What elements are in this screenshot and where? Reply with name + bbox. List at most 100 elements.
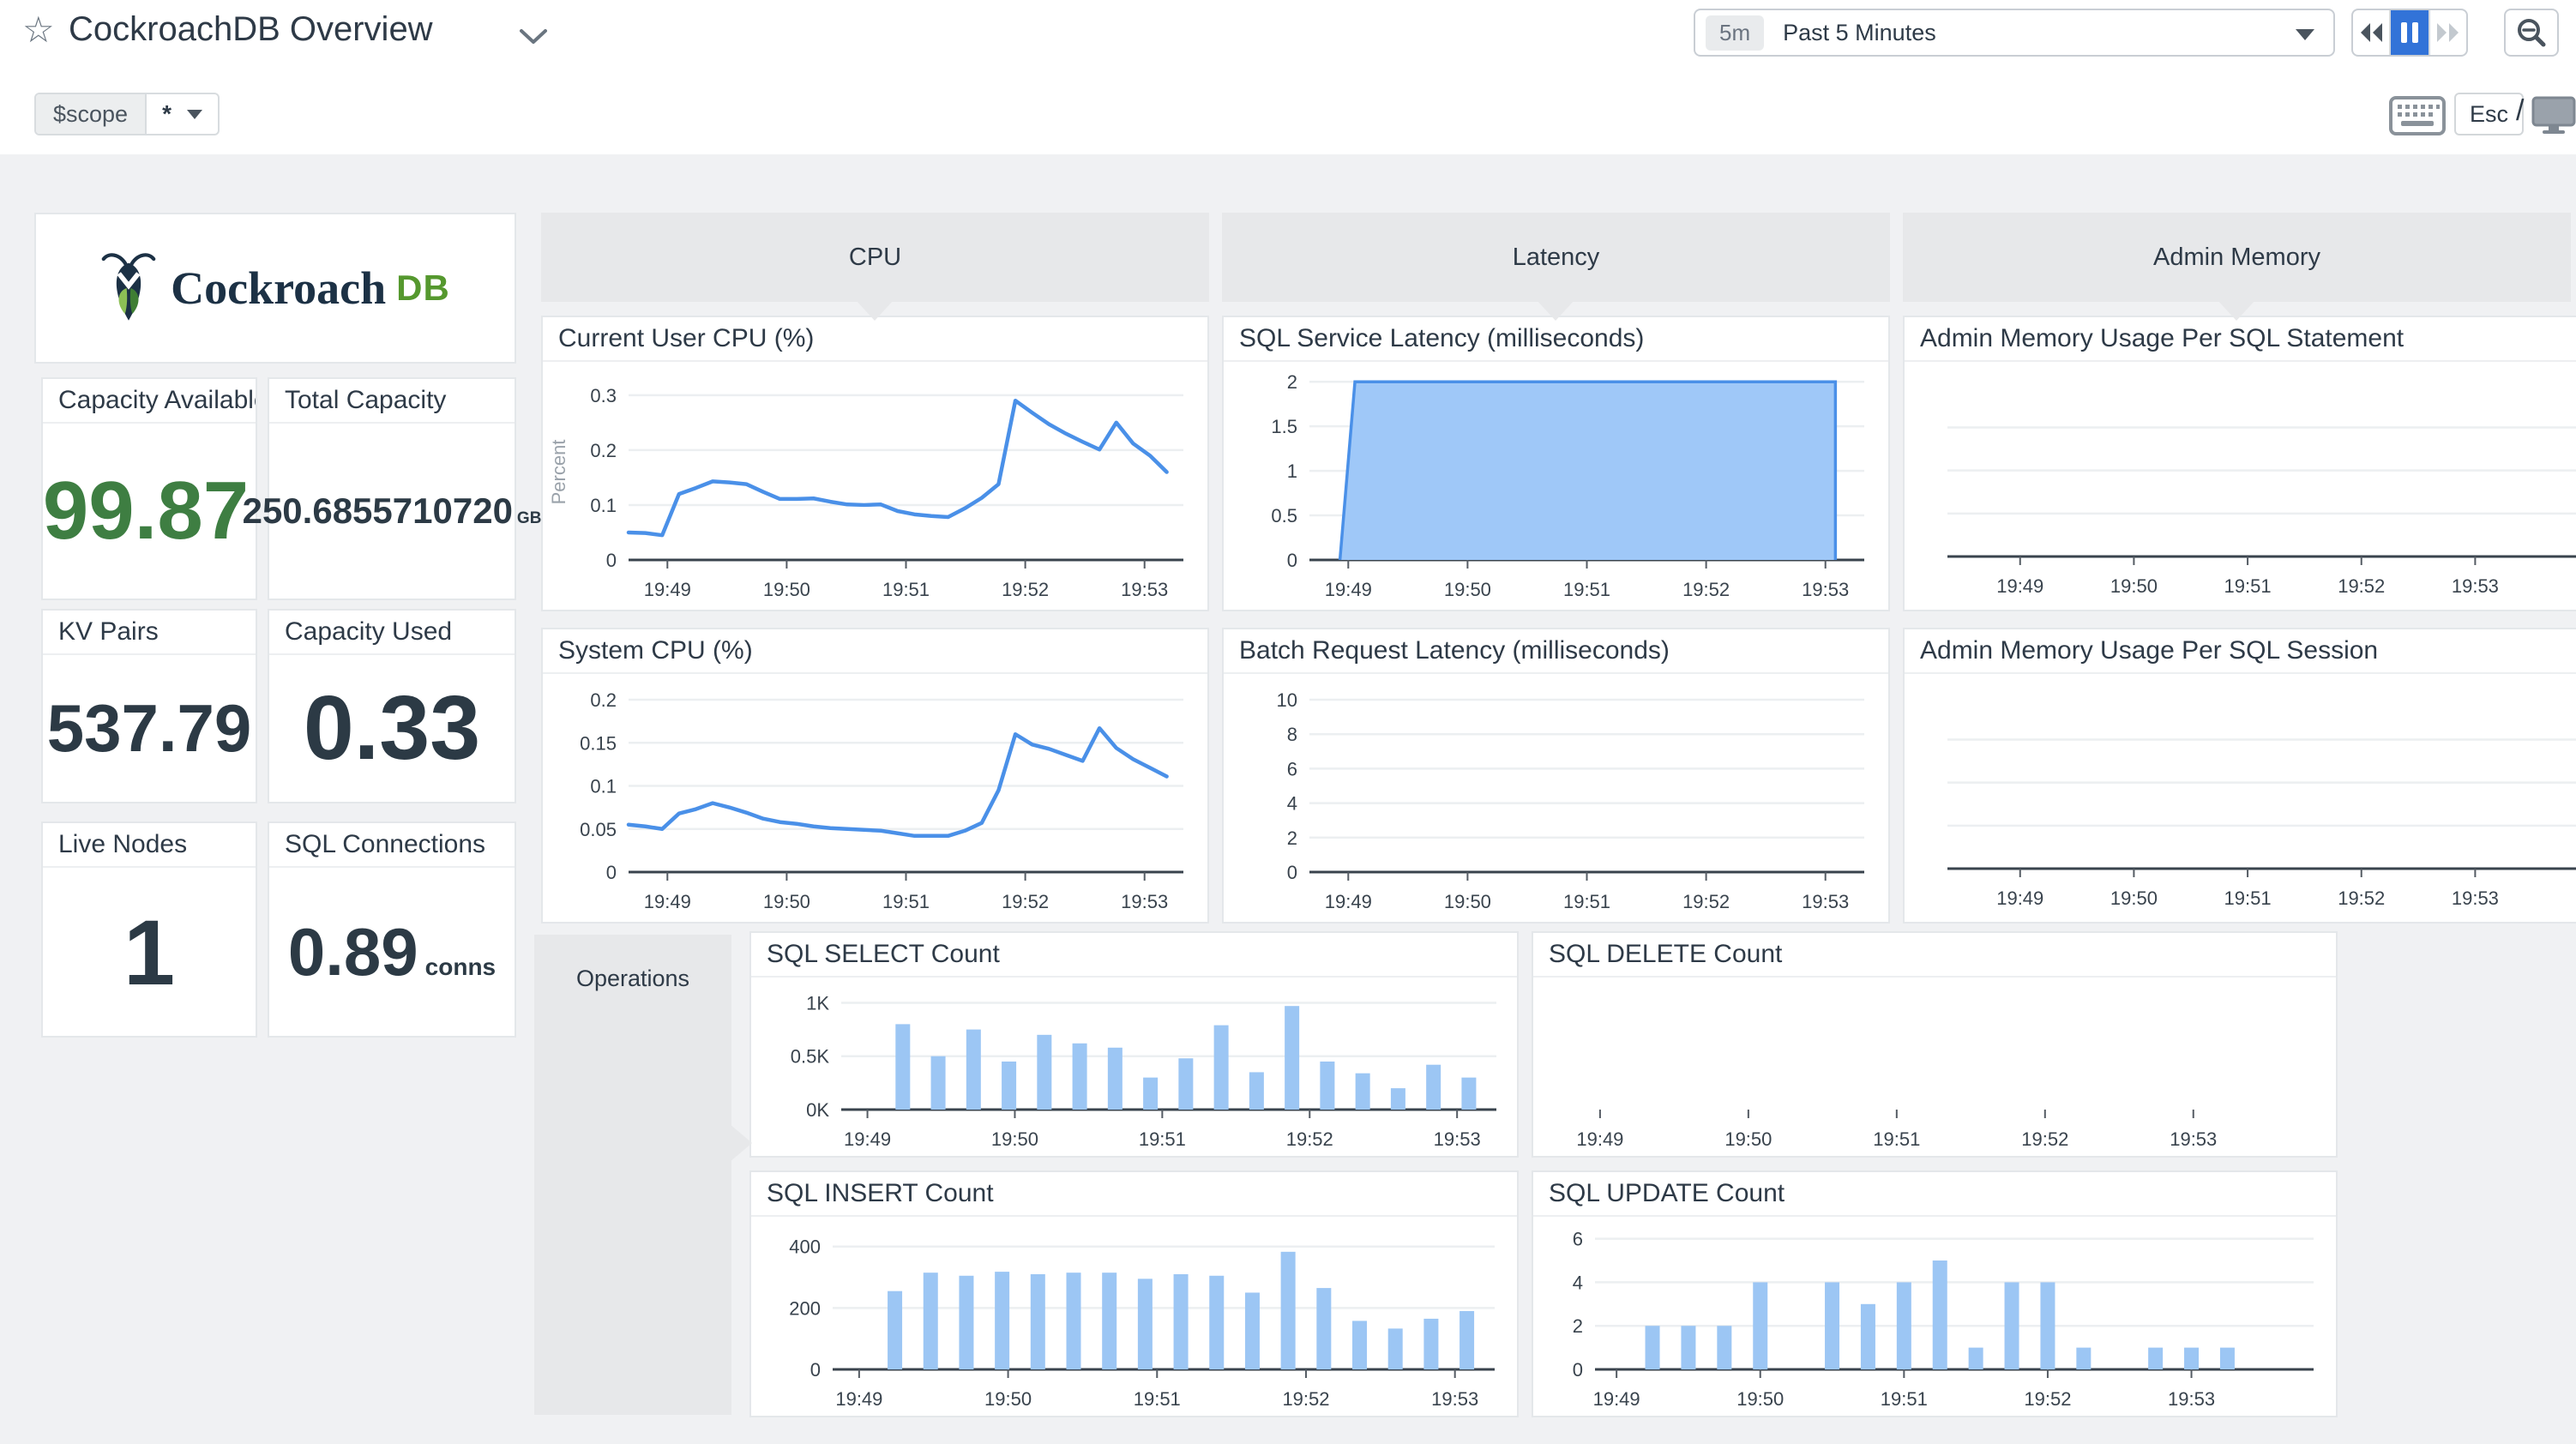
svg-text:19:51: 19:51 [1881,1388,1928,1410]
admin-memory-statement-plot[interactable]: 19:49 19:50 19:51 19:52 19:53 [1905,362,2576,610]
sql-insert-count-plot[interactable]: 0 200 400 19:49 19:50 19:51 19:52 19:53 [751,1217,1517,1416]
chart-card-system-cpu: System CPU (%) 0 0.05 0.1 0.15 0.2 19:49 19:50… [541,628,1209,924]
group-header-admin-memory[interactable]: Admin Memory [1903,213,2571,302]
admin-memory-session-plot[interactable]: 19:49 19:50 19:51 19:52 19:53 [1905,674,2576,922]
group-header-cpu[interactable]: CPU [541,213,1209,302]
batch-request-latency-plot[interactable]: 0 2 4 6 8 10 19:49 19:50 19:51 19:52 19:53 [1224,674,1888,922]
svg-text:4: 4 [1287,793,1297,815]
keyboard-shortcuts-icon[interactable] [2389,96,2446,135]
svg-text:19:50: 19:50 [763,891,810,912]
chart-title: Admin Memory Usage Per SQL Statement [1905,317,2576,362]
latency-group-notch [1537,300,1574,321]
svg-text:19:52: 19:52 [1002,579,1049,600]
stat-card-capacity-available[interactable]: Capacity Available... 99.87 [41,377,257,600]
sql-service-latency-plot[interactable]: 0 0.5 1 1.5 2 19:49 19:50 19:51 19:52 19:53 [1224,362,1888,610]
svg-text:0: 0 [810,1359,821,1381]
svg-text:19:53: 19:53 [1802,891,1849,912]
cpu-group-notch [856,300,894,321]
chart-card-batch-request-latency: Batch Request Latency (milliseconds) 0 2 4… [1222,628,1890,924]
group-header-latency[interactable]: Latency [1222,213,1890,302]
logo-wordmark: Cockroach [171,262,387,314]
favorite-star-icon[interactable]: ☆ [22,12,55,48]
svg-text:19:50: 19:50 [984,1388,1032,1410]
template-variable-scope[interactable]: $scope * [34,93,220,135]
svg-text:19:50: 19:50 [1444,891,1491,912]
zoom-out-icon [2518,19,2546,47]
svg-text:1K: 1K [806,992,829,1014]
group-header-operations[interactable]: Operations [534,935,731,1415]
svg-text:19:52: 19:52 [1682,891,1730,912]
sql-delete-count-plot[interactable]: 19:49 19:50 19:51 19:52 19:53 [1533,978,2336,1156]
sql-update-count-plot[interactable]: 0 2 4 6 19:49 19:50 19:51 19:52 19:53 [1533,1217,2336,1416]
chart-title: System CPU (%) [543,629,1207,674]
logo-suffix: DB [396,268,450,308]
forward-button[interactable] [2428,10,2466,55]
pause-button[interactable] [2391,10,2429,55]
stat-value: 537.79 [46,690,252,766]
chart-title: Admin Memory Usage Per SQL Session [1905,629,2576,674]
sql-select-count-plot[interactable]: 0K 0.5K 1K 19:49 19:50 19:51 19:52 19:53 [751,978,1517,1156]
scope-value: * [162,100,172,127]
svg-text:4: 4 [1573,1272,1583,1293]
playback-controls [2351,9,2468,57]
time-range-badge: 5m [1706,15,1765,51]
esc-key-hint: Esc [2454,93,2525,135]
stat-card-sql-connections[interactable]: SQL Connections 0.89 conns [268,821,516,1038]
svg-text:19:50: 19:50 [1724,1128,1772,1150]
svg-text:0: 0 [1287,550,1297,571]
title-chevron-down-icon[interactable] [518,27,549,46]
svg-text:19:51: 19:51 [882,579,930,600]
svg-text:19:52: 19:52 [1286,1128,1333,1150]
svg-text:19:52: 19:52 [1002,891,1049,912]
rewind-button[interactable] [2353,10,2392,55]
stat-value: 1 [123,899,176,1004]
svg-text:19:53: 19:53 [2168,1388,2215,1410]
current-user-cpu-plot[interactable]: 0 0.1 0.2 0.3 19:49 19:50 19:51 19:52 19:53 Perce… [543,362,1207,610]
group-label-latency: Latency [1512,243,1600,271]
svg-text:0.2: 0.2 [590,440,617,461]
chart-card-sql-service-latency: SQL Service Latency (milliseconds) 0 0.5 1… [1222,316,1890,611]
tv-mode-icon[interactable] [2531,96,2576,135]
svg-text:6: 6 [1573,1229,1583,1250]
svg-text:8: 8 [1287,724,1297,745]
svg-text:0: 0 [1573,1359,1583,1381]
stat-card-total-capacity[interactable]: Total Capacity 250.6855710720 GB [243,377,541,600]
svg-text:0.1: 0.1 [590,776,617,797]
svg-text:19:49: 19:49 [644,891,691,912]
svg-text:19:49: 19:49 [1576,1128,1623,1150]
stat-unit: GB [516,509,542,527]
svg-text:19:52: 19:52 [1682,579,1730,600]
zoom-out-button[interactable] [2504,9,2559,57]
chart-card-admin-memory-session: Admin Memory Usage Per SQL Session 19:49… [1903,628,2576,924]
svg-text:19:51: 19:51 [1563,891,1610,912]
group-label-cpu: CPU [848,243,902,271]
stat-value: 250.6855710720 [242,490,513,531]
stat-title: SQL Connections [269,823,515,868]
svg-text:19:51: 19:51 [882,891,930,912]
svg-text:0.1: 0.1 [590,495,617,516]
stat-card-capacity-used[interactable]: Capacity Used 0.33 [268,609,516,803]
logo-card: Cockroach DB [34,213,516,364]
svg-text:19:52: 19:52 [1282,1388,1329,1410]
svg-text:19:53: 19:53 [2170,1128,2217,1150]
svg-text:0.5: 0.5 [1271,505,1297,526]
system-cpu-plot[interactable]: 0 0.05 0.1 0.15 0.2 19:49 19:50 19:51 19:52 19:53 [543,674,1207,922]
stat-card-kv-pairs[interactable]: KV Pairs 537.79 [41,609,257,803]
svg-text:1.5: 1.5 [1271,416,1297,437]
chart-title: SQL SELECT Count [751,933,1517,978]
svg-text:19:51: 19:51 [1139,1128,1186,1150]
svg-text:0: 0 [1287,862,1297,883]
svg-text:2: 2 [1573,1315,1583,1337]
page-title: CockroachDB Overview [69,10,433,48]
stat-value: 0.89 [287,913,418,990]
svg-text:10: 10 [1277,689,1297,711]
stat-card-live-nodes[interactable]: Live Nodes 1 [41,821,257,1038]
time-range-selector[interactable]: 5m Past 5 Minutes [1694,9,2335,57]
svg-text:2: 2 [1287,371,1297,393]
chart-card-admin-memory-statement: Admin Memory Usage Per SQL Statement 19:… [1903,316,2576,611]
chart-card-current-user-cpu: Current User CPU (%) 0 0.1 0.2 0.3 19:49 19:5… [541,316,1209,611]
chart-card-sql-update-count: SQL UPDATE Count 0 2 4 6 19:49 19:50 19:51 19:5… [1532,1170,2338,1417]
svg-text:19:52: 19:52 [2338,575,2385,597]
group-label-operations: Operations [575,966,690,991]
svg-text:19:50: 19:50 [1736,1388,1784,1410]
